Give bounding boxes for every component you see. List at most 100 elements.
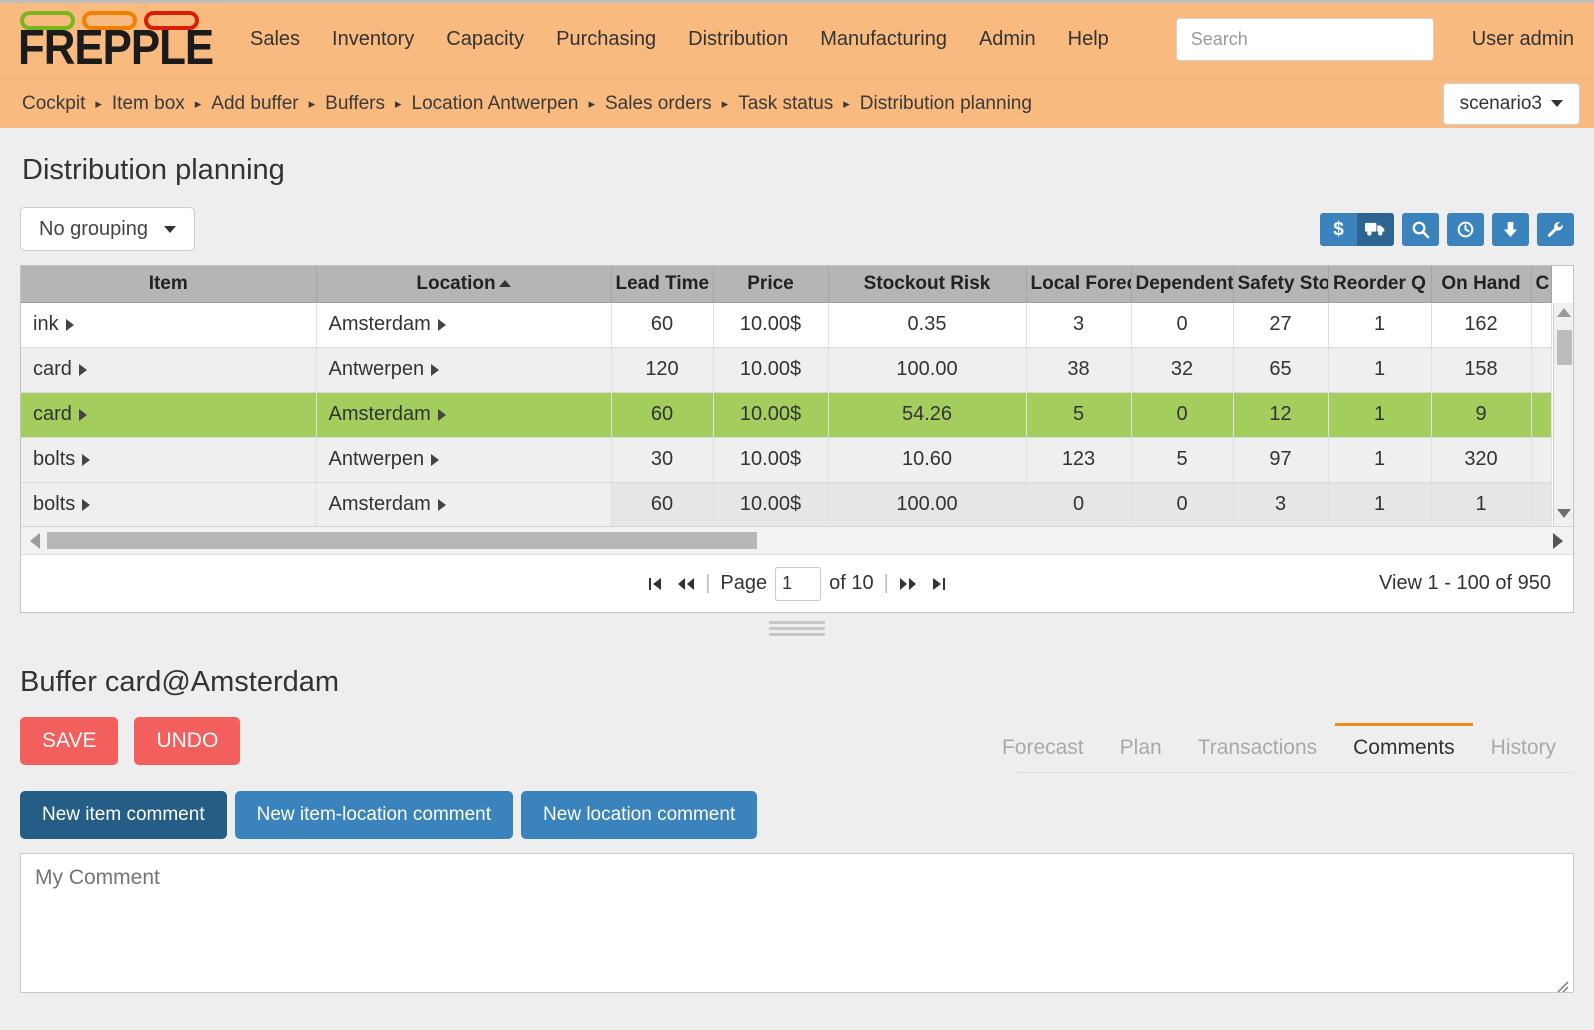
horizontal-scroll-track[interactable]	[47, 532, 1543, 549]
cell-stockout-risk: 100.00	[828, 347, 1026, 392]
table-row[interactable]: bolts Amsterdam 60 10.00$ 100.00 0 0 3 1…	[21, 482, 1551, 526]
table-row-selected[interactable]: card Amsterdam 60 10.00$ 54.26 5 0 12 1 …	[21, 392, 1551, 437]
column-header-stockout-risk[interactable]: Stockout Risk	[828, 266, 1026, 302]
tab-comments[interactable]: Comments	[1335, 723, 1473, 772]
drill-down-icon[interactable]	[431, 364, 439, 376]
cell-item[interactable]: bolts	[21, 437, 316, 482]
cell-stockout-risk: 10.60	[828, 437, 1026, 482]
drill-down-icon[interactable]	[438, 499, 446, 511]
vertical-scroll-thumb[interactable]	[1557, 330, 1572, 365]
panel-resize-handle[interactable]	[769, 621, 825, 636]
scroll-down-icon[interactable]	[1557, 509, 1571, 518]
cell-item[interactable]: card	[21, 347, 316, 392]
drill-down-icon[interactable]	[66, 319, 74, 331]
cell-item[interactable]: ink	[21, 302, 316, 347]
grid-horizontal-scrollbar[interactable]	[21, 526, 1573, 554]
tab-plan[interactable]: Plan	[1102, 723, 1180, 772]
breadcrumb-item-location-antwerpen[interactable]: Location Antwerpen	[412, 93, 579, 115]
nav-item-sales[interactable]: Sales	[234, 20, 316, 59]
cell-location[interactable]: Antwerpen	[316, 347, 611, 392]
scroll-up-icon[interactable]	[1557, 308, 1571, 317]
scroll-right-icon[interactable]	[1553, 533, 1563, 549]
previous-page-glyph	[677, 576, 695, 592]
column-header-on-hand[interactable]: On Hand	[1431, 266, 1531, 302]
grouping-dropdown[interactable]: No grouping	[20, 207, 195, 251]
table-row[interactable]: ink Amsterdam 60 10.00$ 0.35 3 0 27 1 16…	[21, 302, 1551, 347]
drill-down-icon[interactable]	[431, 454, 439, 466]
new-location-comment-button[interactable]: New location comment	[521, 791, 757, 839]
column-header-safety-stock[interactable]: Safety Stock	[1233, 266, 1328, 302]
table-row[interactable]: card Antwerpen 120 10.00$ 100.00 38 32 6…	[21, 347, 1551, 392]
drill-down-icon[interactable]	[438, 409, 446, 421]
cell-item[interactable]: bolts	[21, 482, 316, 526]
last-page-glyph	[931, 576, 946, 592]
nav-item-distribution[interactable]: Distribution	[672, 20, 804, 59]
breadcrumb-item-add-buffer[interactable]: Add buffer	[211, 93, 298, 115]
table-row[interactable]: bolts Antwerpen 30 10.00$ 10.60 123 5 97…	[21, 437, 1551, 482]
column-header-next[interactable]: C	[1531, 266, 1551, 302]
cell-lead-time: 120	[611, 347, 713, 392]
cell-reorder-quantity: 1	[1328, 392, 1431, 437]
nav-item-manufacturing[interactable]: Manufacturing	[804, 20, 963, 59]
page-number-input[interactable]	[775, 567, 821, 601]
previous-page-icon[interactable]	[671, 576, 701, 592]
cell-location[interactable]: Amsterdam	[316, 482, 611, 526]
cell-location[interactable]: Antwerpen	[316, 437, 611, 482]
drill-down-icon[interactable]	[79, 364, 87, 376]
breadcrumb-item-buffers[interactable]: Buffers	[325, 93, 385, 115]
save-button[interactable]: SAVE	[20, 717, 118, 765]
drill-down-icon[interactable]	[82, 499, 90, 511]
nav-item-capacity[interactable]: Capacity	[430, 20, 540, 59]
horizontal-scroll-thumb[interactable]	[47, 532, 757, 549]
truck-icon-button[interactable]	[1357, 213, 1394, 246]
search-input[interactable]	[1176, 18, 1434, 61]
nav-item-inventory[interactable]: Inventory	[316, 20, 430, 59]
column-header-lead-time[interactable]: Lead Time	[611, 266, 713, 302]
column-header-location[interactable]: Location	[316, 266, 611, 302]
cell-overflow	[1531, 302, 1551, 347]
nav-item-admin[interactable]: Admin	[963, 20, 1052, 59]
breadcrumb-item-item-box[interactable]: Item box	[112, 93, 185, 115]
currency-icon-button[interactable]: $	[1320, 213, 1357, 246]
cell-item[interactable]: card	[21, 392, 316, 437]
drill-down-icon[interactable]	[79, 409, 87, 421]
tab-transactions[interactable]: Transactions	[1180, 723, 1335, 772]
cell-location[interactable]: Amsterdam	[316, 392, 611, 437]
nav-item-purchasing[interactable]: Purchasing	[540, 20, 672, 59]
column-header-dependent[interactable]: Dependent	[1131, 266, 1233, 302]
last-page-icon[interactable]	[925, 576, 952, 592]
download-icon-button[interactable]	[1492, 213, 1529, 246]
tab-history[interactable]: History	[1473, 723, 1574, 772]
grid-vertical-scrollbar[interactable]	[1553, 303, 1573, 526]
breadcrumb-bar: Cockpit ▸ Item box ▸ Add buffer ▸ Buffer…	[0, 78, 1594, 128]
breadcrumb-item-distribution-planning[interactable]: Distribution planning	[860, 93, 1032, 115]
user-menu[interactable]: User admin	[1472, 28, 1580, 51]
drill-down-icon[interactable]	[438, 319, 446, 331]
column-header-local-forecast[interactable]: Local Forecast	[1026, 266, 1131, 302]
breadcrumb-separator-icon: ▸	[385, 97, 412, 110]
tab-forecast[interactable]: Forecast	[984, 723, 1102, 772]
column-header-reorder-quantity[interactable]: Reorder Q	[1328, 266, 1431, 302]
grid-scroll-viewport[interactable]: Item Location Lead Time Price Stockout R…	[21, 266, 1573, 526]
drill-down-icon[interactable]	[82, 454, 90, 466]
first-page-icon[interactable]	[642, 576, 669, 592]
scenario-selector[interactable]: scenario3	[1443, 83, 1580, 125]
breadcrumb-item-sales-orders[interactable]: Sales orders	[605, 93, 712, 115]
next-page-icon[interactable]	[893, 576, 923, 592]
new-item-location-comment-button[interactable]: New item-location comment	[235, 791, 513, 839]
breadcrumb-item-cockpit[interactable]: Cockpit	[22, 93, 85, 115]
nav-item-help[interactable]: Help	[1052, 20, 1125, 59]
frepple-logo[interactable]: FREPPLE	[18, 11, 208, 66]
undo-button[interactable]: UNDO	[134, 717, 240, 765]
breadcrumb-item-task-status[interactable]: Task status	[738, 93, 833, 115]
cell-location[interactable]: Amsterdam	[316, 302, 611, 347]
search-icon-button[interactable]	[1402, 213, 1439, 246]
settings-icon-button[interactable]	[1537, 213, 1574, 246]
history-icon-button[interactable]	[1447, 213, 1484, 246]
column-header-price[interactable]: Price	[713, 266, 828, 302]
column-header-item[interactable]: Item	[21, 266, 316, 302]
comment-textarea[interactable]	[20, 853, 1574, 993]
breadcrumb-separator-icon: ▸	[85, 97, 112, 110]
new-item-comment-button[interactable]: New item comment	[20, 791, 227, 839]
scroll-left-icon[interactable]	[30, 533, 40, 549]
